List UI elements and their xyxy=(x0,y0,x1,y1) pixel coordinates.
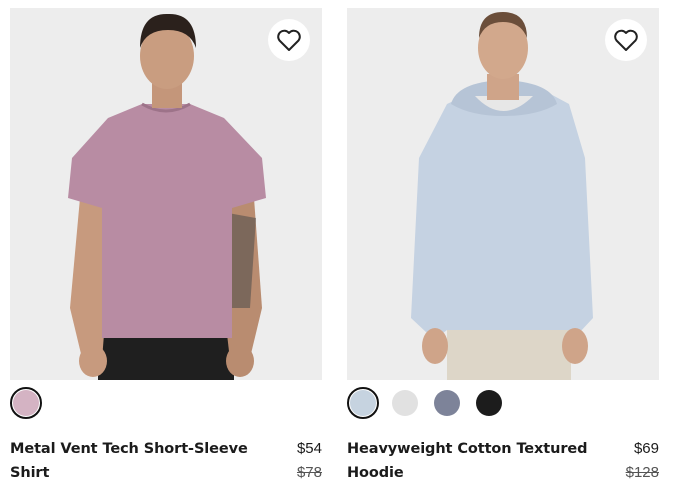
swatch-dot xyxy=(392,390,418,416)
product-image[interactable] xyxy=(10,8,322,380)
color-swatches xyxy=(10,386,322,420)
product-card[interactable]: Heavyweight Cotton Textured Hoodie $69 $… xyxy=(347,8,659,485)
wishlist-button[interactable] xyxy=(605,19,647,61)
price-block: $69 $128 xyxy=(626,437,659,485)
product-info: Metal Vent Tech Short-Sleeve Shirt $54 $… xyxy=(10,437,322,485)
swatch-dot xyxy=(476,390,502,416)
original-price: $78 xyxy=(296,464,322,481)
model-photo xyxy=(10,8,322,380)
sale-price: $54 xyxy=(296,440,322,457)
product-card[interactable]: Metal Vent Tech Short-Sleeve Shirt $54 $… xyxy=(10,8,322,485)
color-swatches xyxy=(347,386,659,420)
wishlist-button[interactable] xyxy=(268,19,310,61)
price-block: $54 $78 xyxy=(297,437,322,485)
heart-outline-icon xyxy=(614,29,638,51)
product-image[interactable] xyxy=(347,8,659,380)
color-swatch[interactable] xyxy=(347,387,379,419)
model-photo xyxy=(347,8,659,380)
color-swatch[interactable] xyxy=(10,387,42,419)
original-price: $128 xyxy=(625,464,659,481)
product-info: Heavyweight Cotton Textured Hoodie $69 $… xyxy=(347,437,659,485)
product-name[interactable]: Metal Vent Tech Short-Sleeve Shirt xyxy=(10,437,280,485)
swatch-dot xyxy=(350,390,376,416)
color-swatch[interactable] xyxy=(473,387,505,419)
sale-price: $69 xyxy=(633,440,659,457)
color-swatch[interactable] xyxy=(431,387,463,419)
heart-outline-icon xyxy=(277,29,301,51)
product-name[interactable]: Heavyweight Cotton Textured Hoodie xyxy=(347,437,592,485)
swatch-dot xyxy=(434,390,460,416)
color-swatch[interactable] xyxy=(389,387,421,419)
swatch-dot xyxy=(13,390,39,416)
